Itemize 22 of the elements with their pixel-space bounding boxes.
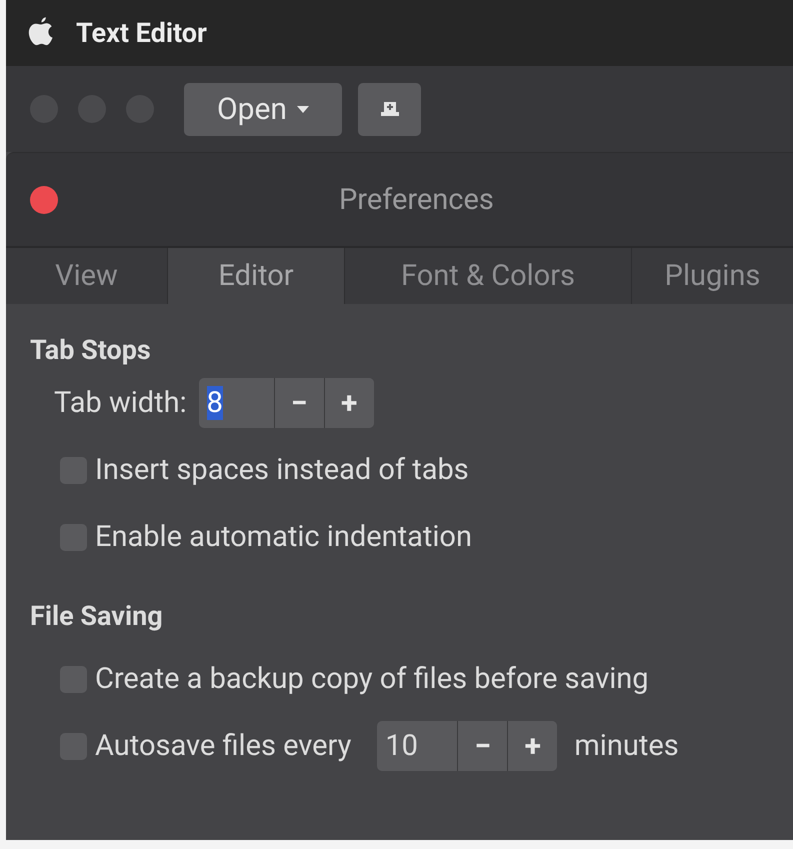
increment-button[interactable]: + (324, 378, 374, 428)
field-value: 10 (385, 729, 418, 763)
checkbox-label: Autosave files every (95, 729, 352, 763)
increment-button[interactable]: + (507, 721, 558, 771)
checkbox-label: Insert spaces instead of tabs (95, 453, 469, 487)
field-value: 8 (206, 386, 223, 420)
unit-label: minutes (574, 729, 679, 763)
field-label: Tab width: (54, 386, 187, 420)
section-heading: File Saving (30, 600, 164, 632)
tab[interactable]: Editor (168, 248, 345, 304)
open-button[interactable]: Open (184, 82, 342, 136)
checkbox-label: Enable automatic indentation (95, 520, 472, 554)
spin-field[interactable]: 10 (377, 721, 458, 771)
app-title: Text Editor (76, 17, 207, 49)
section-heading: Tab Stops (30, 334, 152, 366)
checkbox-label: Create a backup copy of files before saving (95, 662, 649, 696)
new-document-icon (380, 102, 398, 116)
caret-icon (296, 106, 309, 112)
dialog-title: Preferences (339, 182, 494, 216)
new-document-button[interactable] (358, 82, 421, 136)
spin-field[interactable]: 8 (198, 378, 274, 428)
close-button[interactable] (30, 186, 58, 214)
